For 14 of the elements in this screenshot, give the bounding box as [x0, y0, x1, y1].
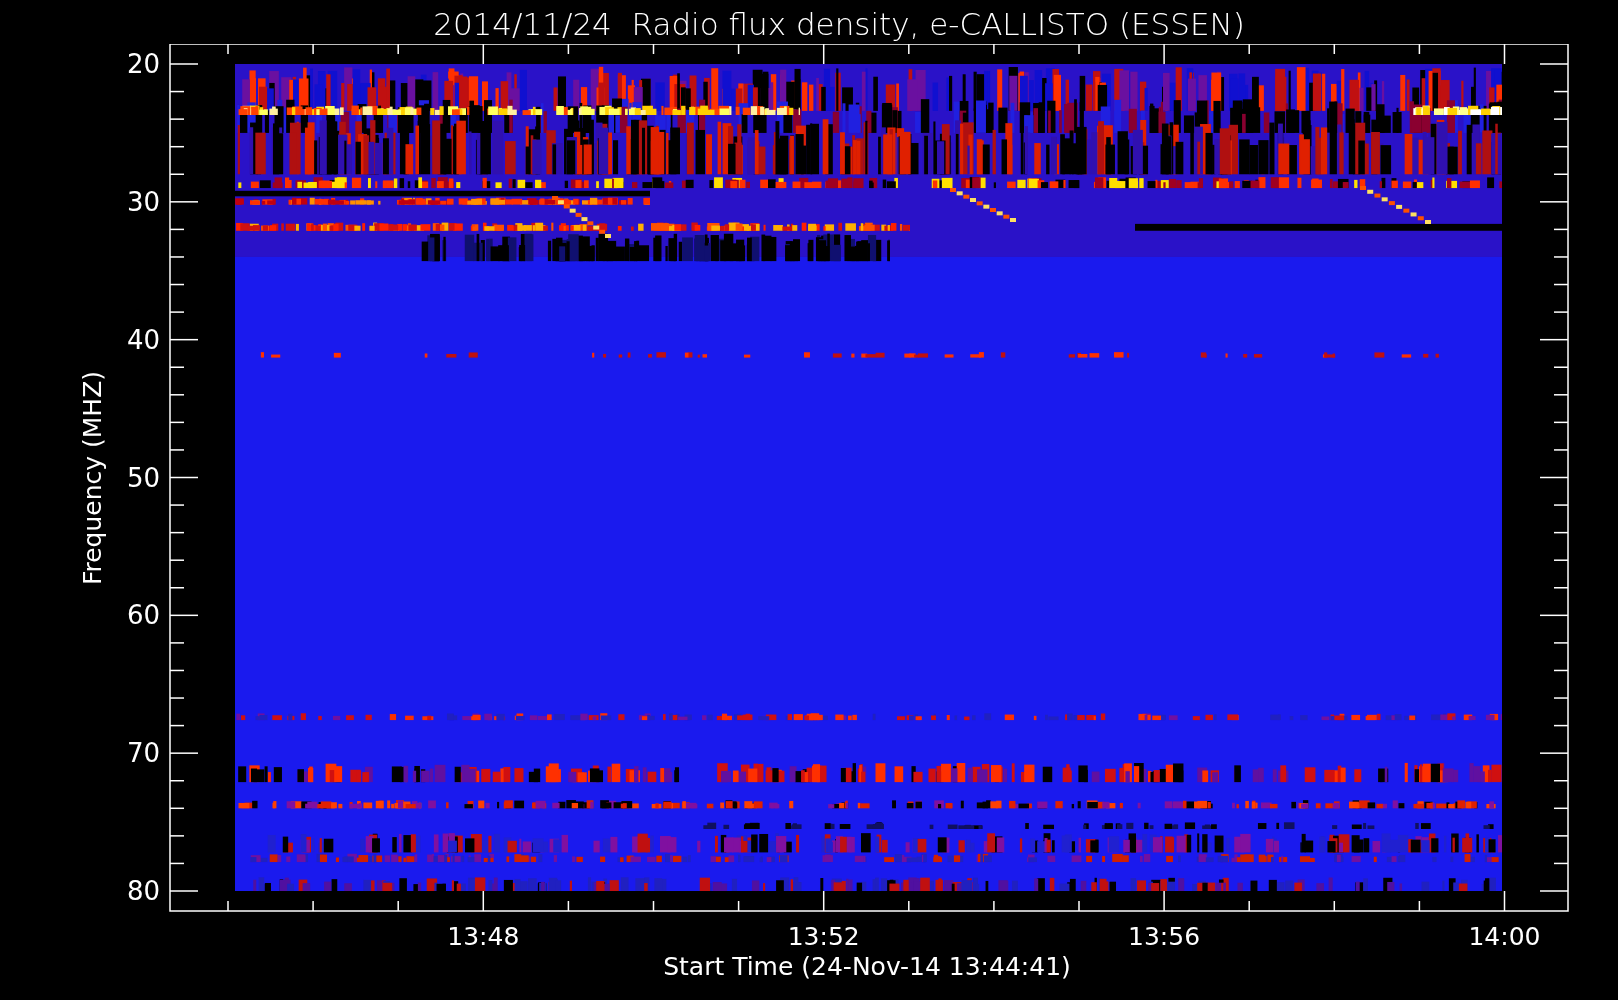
y-tick-label: 80	[126, 876, 160, 906]
chart-title: 2014/11/24 Radio flux density, e-CALLISTO (ESSEN)	[433, 5, 1245, 44]
y-tick-label: 60	[126, 600, 160, 631]
y-axis-title: Frequency (MHZ)	[78, 370, 107, 586]
y-tick-label: 30	[126, 186, 160, 217]
y-tick-label: 50	[126, 462, 160, 493]
x-tick-label: 13:52	[787, 922, 860, 951]
y-tick-label: 40	[126, 324, 160, 355]
x-tick-label: 13:56	[1128, 922, 1201, 951]
y-tick-label: 20	[126, 49, 160, 79]
x-axis-title: Start Time (24-Nov-14 13:44:41)	[663, 952, 1071, 981]
x-tick-label: 13:48	[447, 922, 520, 951]
y-tick-label: 70	[126, 738, 160, 769]
x-tick-label: 14:00	[1468, 922, 1541, 951]
